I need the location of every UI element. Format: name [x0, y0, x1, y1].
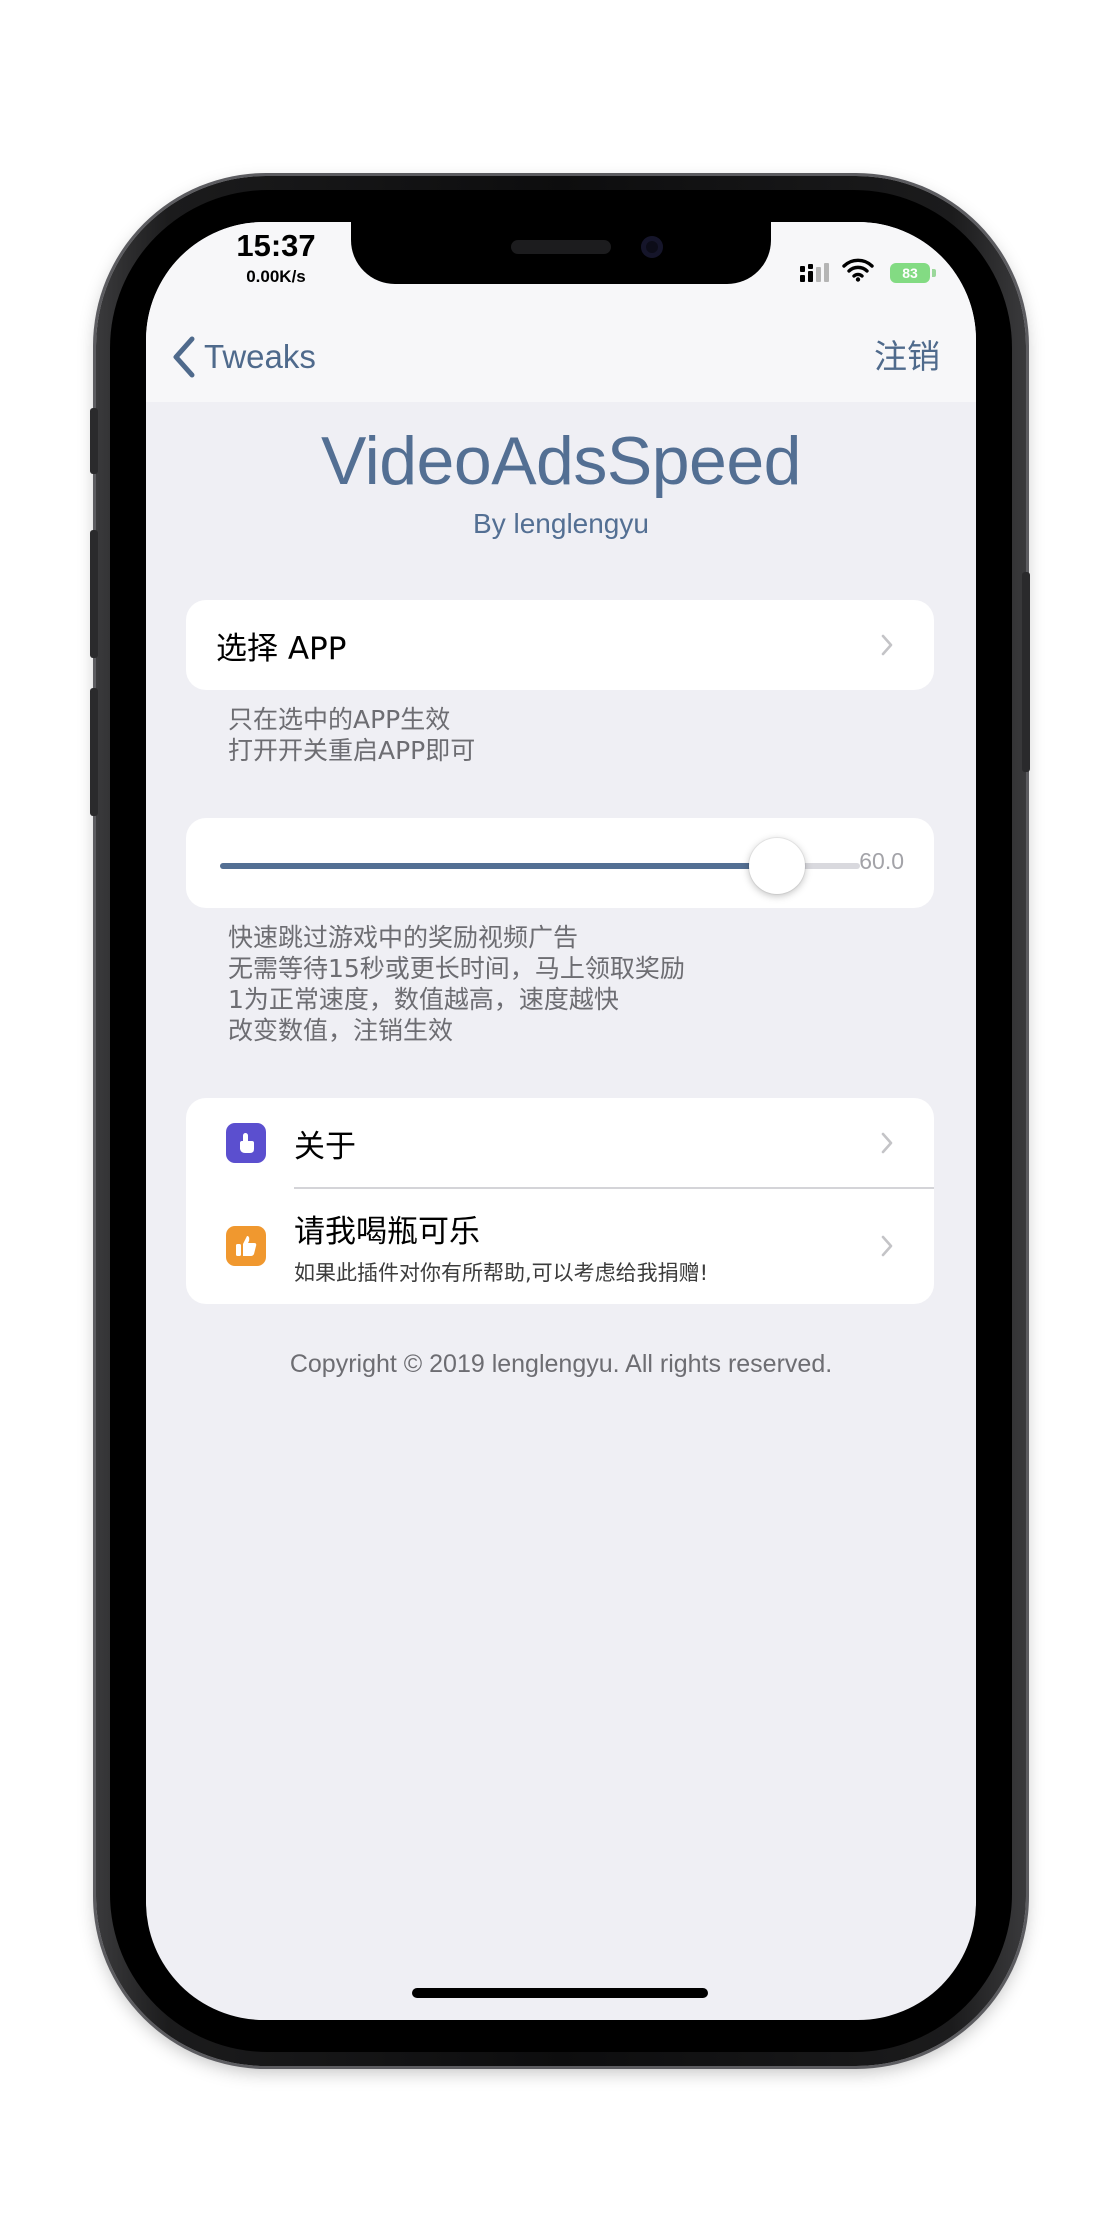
donate-row[interactable]: 请我喝瓶可乐 如果此插件对你有所帮助,可以考虑给我捐赠! — [186, 1188, 934, 1304]
slider-thumb[interactable] — [748, 838, 805, 894]
donate-text: 请我喝瓶可乐 如果此插件对你有所帮助,可以考虑给我捐赠! — [294, 1206, 708, 1287]
about-label: 关于 — [294, 1128, 356, 1165]
notch — [351, 222, 771, 284]
chevron-right-icon — [881, 1132, 893, 1154]
links-group: 关于 请我喝瓶可乐 如果此插件对你有所帮助,可以考虑给我捐赠! — [186, 1098, 934, 1304]
select-app-row[interactable]: 选择 APP — [186, 600, 934, 690]
select-app-footer: 只在选中的APP生效 打开开关重启APP即可 — [228, 704, 888, 766]
chevron-right-icon — [881, 1235, 893, 1257]
status-time: 15:37 — [236, 228, 316, 263]
footer-line: 只在选中的APP生效 — [228, 705, 451, 734]
battery-icon: 83 — [890, 263, 930, 283]
about-icon-box — [226, 1123, 266, 1163]
thumbs-up-icon — [236, 1236, 257, 1256]
footer-line: 打开开关重启APP即可 — [228, 736, 476, 765]
footer-line: 1为正常速度，数值越高，速度越快 — [228, 985, 619, 1014]
front-camera — [641, 236, 663, 258]
donate-icon-box — [226, 1226, 266, 1266]
logout-button[interactable]: 注销 — [874, 332, 940, 382]
app-title: VideoAdsSpeed — [321, 423, 802, 499]
speed-slider-group: 60.0 — [186, 818, 934, 908]
volume-down-button — [90, 688, 98, 816]
chevron-left-icon — [173, 336, 195, 378]
cellular-signal-icon — [800, 263, 829, 282]
donate-subtitle: 如果此插件对你有所帮助,可以考虑给我捐赠! — [294, 1260, 709, 1285]
back-button[interactable]: Tweaks — [170, 332, 316, 382]
footer-line: 无需等待15秒或更长时间，马上领取奖励 — [228, 954, 685, 983]
screen: 15:37 0.00K/s 83 Tweaks 注销 VideoAdsSpeed… — [146, 222, 976, 2020]
home-indicator[interactable] — [412, 1988, 708, 1998]
copyright-text: Copyright © 2019 lenglengyu. All rights … — [289, 1350, 833, 1378]
earpiece-speaker — [511, 240, 611, 254]
footer-line: 快速跳过游戏中的奖励视频广告 — [228, 923, 579, 952]
silent-switch — [90, 408, 98, 474]
select-app-group: 选择 APP — [186, 600, 934, 690]
power-button — [1022, 572, 1030, 772]
hand-pointer-icon — [240, 1133, 254, 1153]
chevron-right-icon — [881, 634, 893, 656]
network-speed: 0.00K/s — [246, 267, 306, 286]
donate-label: 请我喝瓶可乐 — [294, 1213, 480, 1250]
volume-up-button — [90, 530, 98, 658]
slider-value: 60.0 — [859, 848, 904, 874]
footer-line: 改变数值，注销生效 — [228, 1016, 454, 1045]
wifi-icon — [842, 258, 874, 282]
app-subtitle: By lenglengyu — [473, 508, 649, 539]
about-row[interactable]: 关于 — [186, 1098, 934, 1188]
battery-cap — [932, 269, 936, 277]
slider-track-fill — [220, 863, 777, 869]
back-button-label: Tweaks — [204, 338, 316, 375]
select-app-label: 选择 APP — [216, 630, 347, 667]
speed-slider-footer: 快速跳过游戏中的奖励视频广告 无需等待15秒或更长时间，马上领取奖励 1为正常速… — [228, 922, 888, 1046]
